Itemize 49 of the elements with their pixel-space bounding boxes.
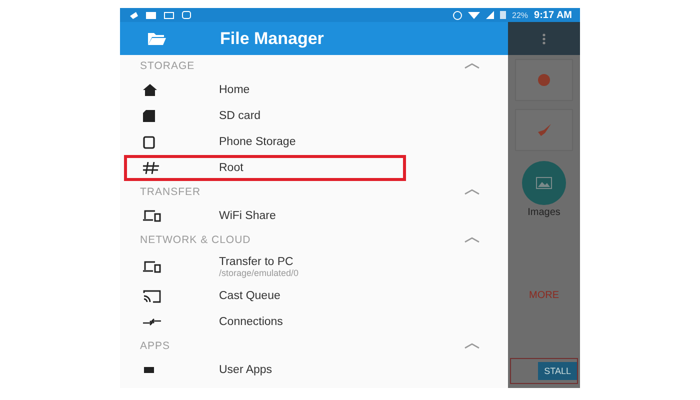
mail-icon (146, 12, 156, 18)
image-icon (536, 177, 552, 189)
item-label: User Apps (219, 364, 272, 376)
collapse-icon[interactable] (464, 343, 480, 349)
hash-icon (143, 162, 159, 174)
drawer-item[interactable]: WiFi Share (124, 203, 504, 229)
overflow-menu-icon (542, 32, 546, 44)
collapse-icon[interactable] (464, 237, 480, 243)
home-icon (143, 84, 157, 96)
drawer-item[interactable]: Connections (124, 309, 504, 335)
section-header: STORAGE (140, 60, 195, 72)
folder-icon (147, 31, 167, 46)
image-icon (164, 12, 174, 18)
battery-percent: 22% (512, 10, 528, 20)
devices-icon (143, 210, 161, 222)
wifi-icon (468, 12, 480, 18)
item-label: WiFi Share (219, 210, 276, 222)
connection-arrows-icon (143, 317, 161, 327)
collapse-icon[interactable] (464, 63, 480, 69)
battery-icon (500, 11, 506, 19)
item-label: Phone Storage (219, 136, 296, 148)
item-label: SD card (219, 110, 261, 122)
section-header: NETWORK & CLOUD (140, 234, 251, 246)
signal-icon (486, 11, 494, 19)
item-label: Cast Queue (219, 290, 280, 302)
camera-icon (182, 11, 191, 19)
drawer-item[interactable]: Transfer to PC /storage/emulated/0 (124, 251, 504, 283)
drawer-item[interactable]: SD card (124, 103, 504, 129)
tablet-icon (143, 136, 155, 148)
cast-icon (143, 290, 161, 302)
drawer-item[interactable]: Root (124, 155, 406, 181)
devices-icon (143, 261, 161, 273)
item-label: Root (219, 162, 244, 174)
drawer-item[interactable]: Home (124, 77, 504, 103)
clock: 9:17 AM (534, 10, 572, 20)
item-label: Connections (219, 316, 283, 328)
collapse-icon[interactable] (464, 189, 480, 195)
app-title: File Manager (220, 28, 324, 48)
section-header: TRANSFER (140, 186, 201, 198)
item-label: Home (219, 84, 250, 96)
item-path: /storage/emulated/0 (219, 268, 299, 278)
item-label: Transfer to PC (219, 256, 294, 268)
drawer-item[interactable]: User Apps (124, 357, 504, 383)
drawer-item[interactable]: Phone Storage (124, 129, 504, 155)
alarm-icon (453, 10, 462, 20)
category-label: Images (528, 207, 560, 218)
sd-card-icon (143, 110, 155, 122)
drawer-item[interactable]: Cast Queue (124, 283, 504, 309)
section-header: APPS (140, 340, 170, 352)
